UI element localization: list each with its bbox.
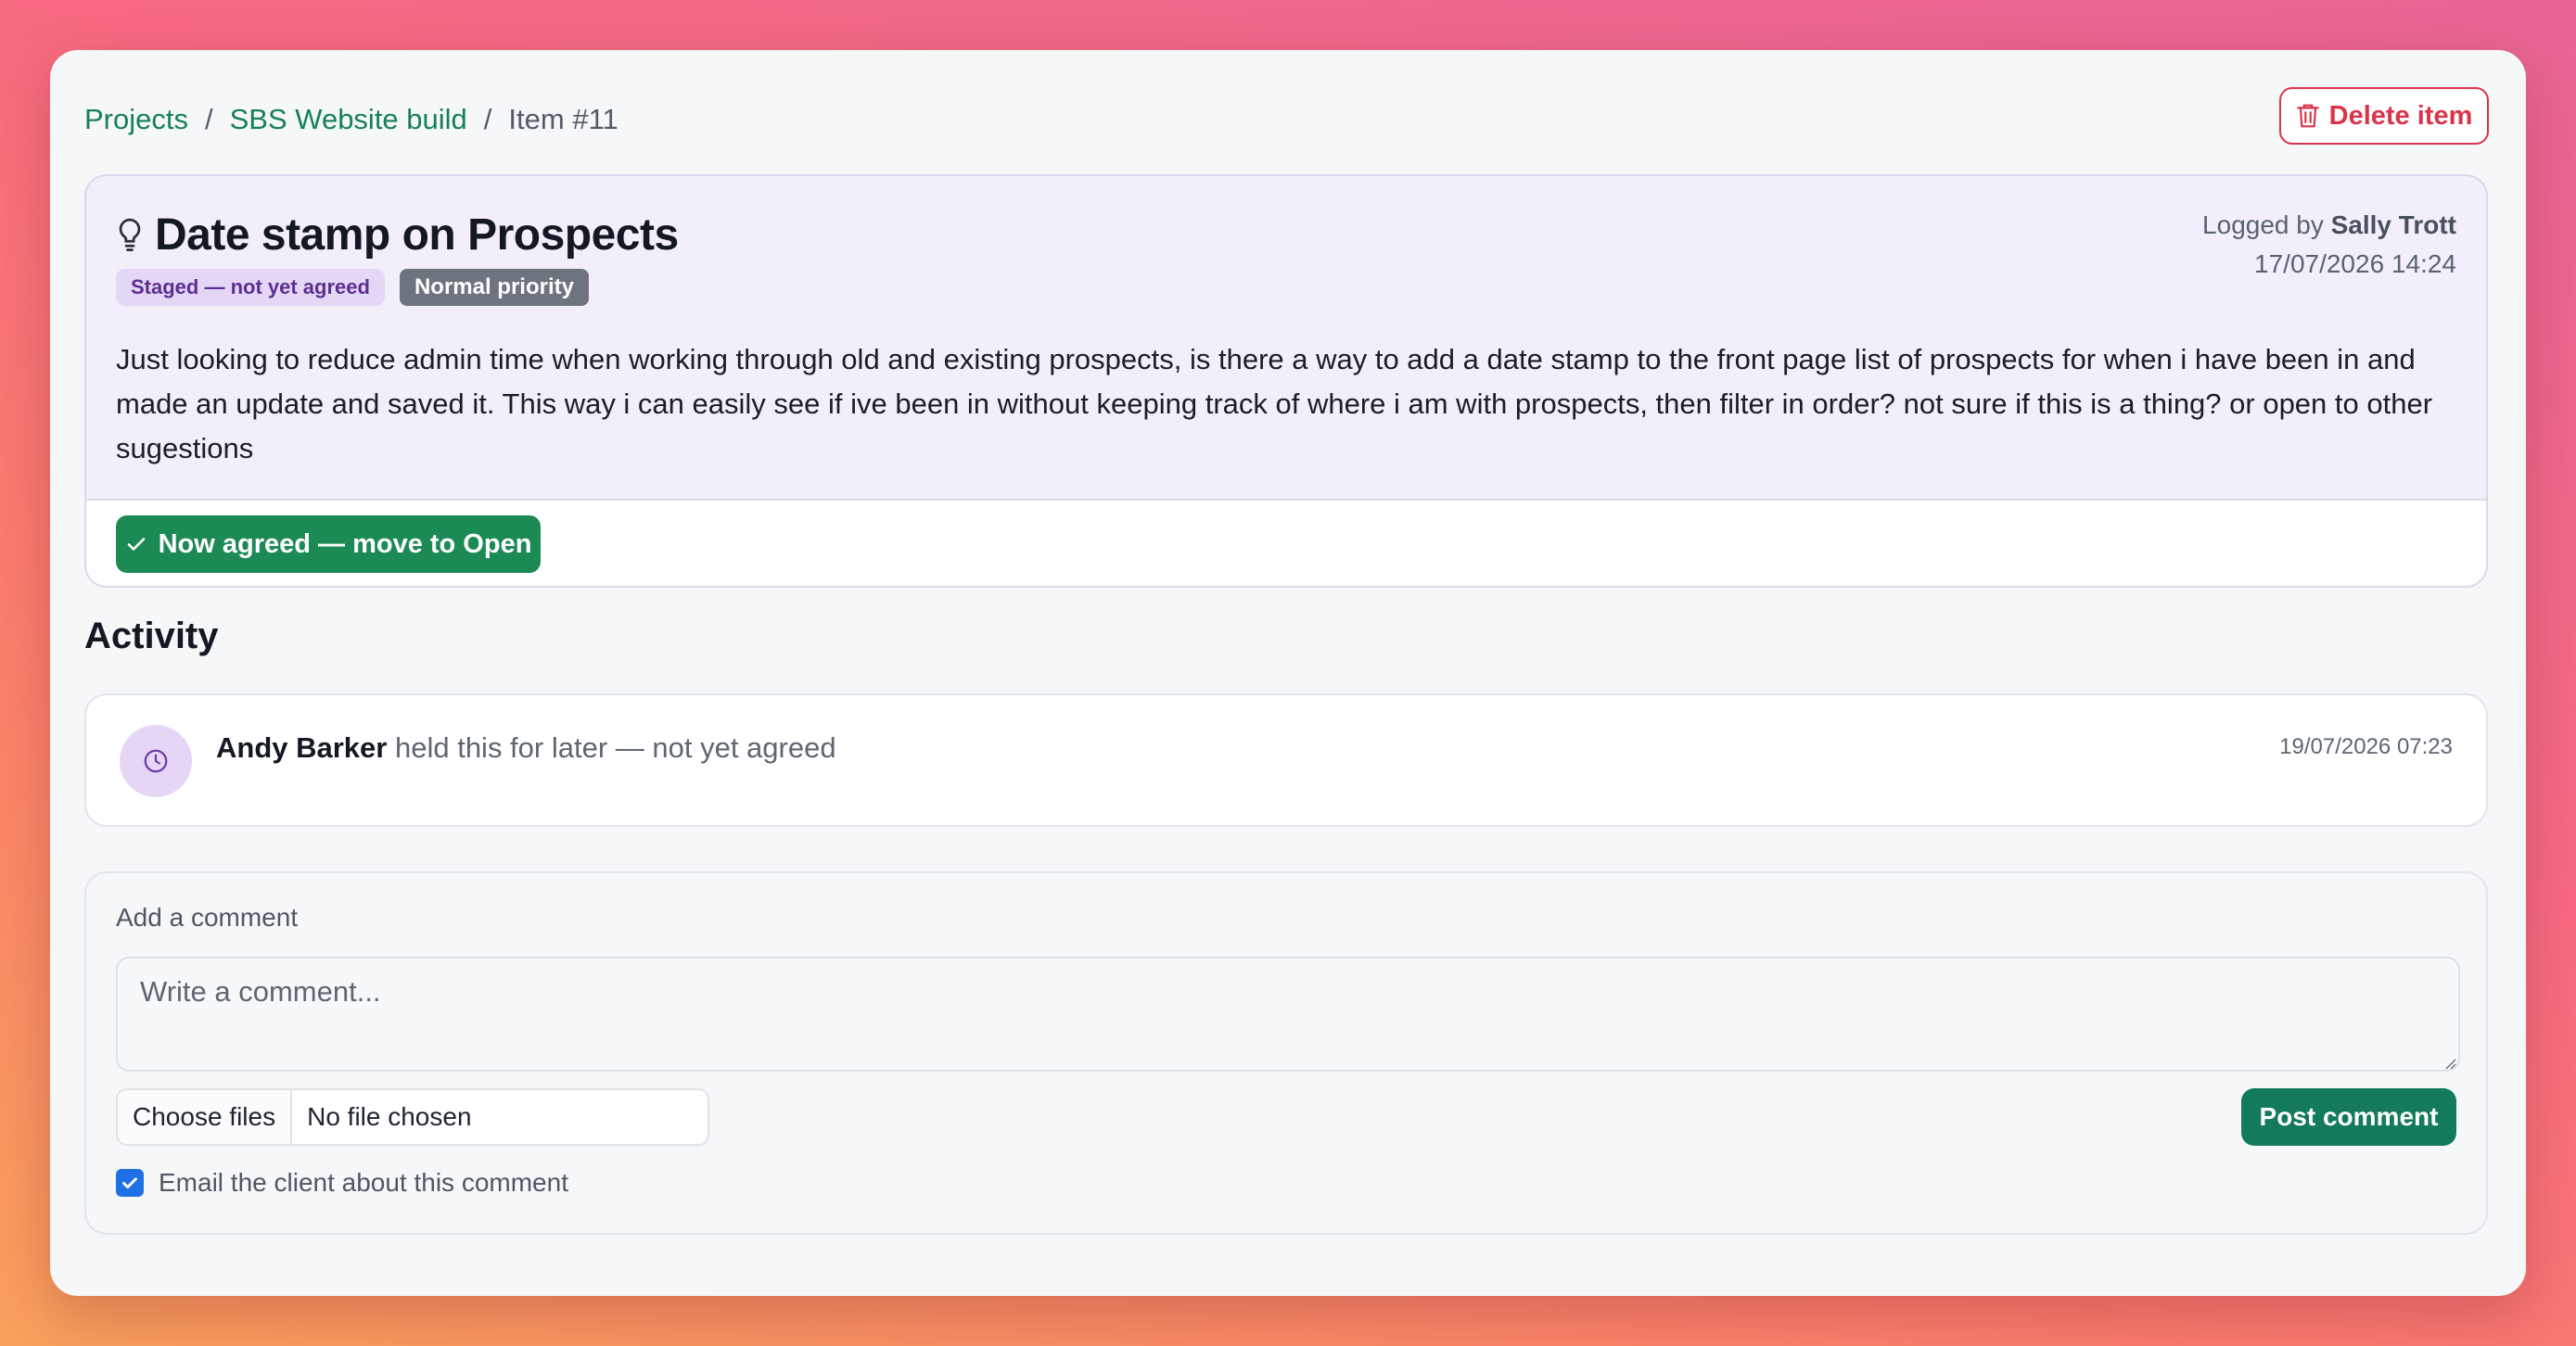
activity-entry: Andy Barker held this for later — not ye…	[84, 693, 2488, 827]
checkmark-icon	[122, 1177, 137, 1189]
item-badges: Staged — not yet agreed Normal priority	[116, 269, 589, 306]
activity-heading: Activity	[84, 616, 219, 656]
priority-badge: Normal priority	[399, 269, 589, 306]
trash-icon	[2296, 104, 2319, 128]
file-status: No file chosen	[307, 1102, 472, 1131]
comment-textarea[interactable]	[116, 957, 2460, 1072]
activity-avatar	[120, 725, 192, 797]
choose-files-button[interactable]: Choose files	[118, 1090, 293, 1144]
comment-label: Add a comment	[116, 903, 299, 932]
logged-by-line: Logged by Sally Trott	[2202, 206, 2456, 245]
activity-text: Andy Barker held this for later — not ye…	[216, 729, 836, 768]
item-description: Just looking to reduce admin time when w…	[116, 343, 2433, 464]
delete-item-button[interactable]: Delete item	[2279, 87, 2489, 145]
move-to-open-button[interactable]: Now agreed — move to Open	[116, 515, 541, 573]
breadcrumb-current: Item #11	[508, 103, 618, 135]
email-client-row: Email the client about this comment	[116, 1168, 568, 1198]
logged-by-name: Sally Trott	[2330, 210, 2456, 239]
activity-user: Andy Barker	[216, 731, 388, 764]
item-header: Date stamp on Prospects	[116, 210, 679, 260]
email-client-label: Email the client about this comment	[159, 1168, 568, 1197]
item-card: Date stamp on Prospects Staged — not yet…	[84, 174, 2488, 588]
clock-icon	[144, 749, 168, 773]
status-badge: Staged — not yet agreed	[116, 269, 385, 306]
resize-handle-icon[interactable]	[2442, 1055, 2456, 1070]
delete-item-label: Delete item	[2328, 100, 2473, 131]
breadcrumb-separator: /	[483, 103, 492, 135]
checkmark-icon	[127, 538, 145, 551]
post-comment-button[interactable]: Post comment	[2241, 1088, 2456, 1146]
file-picker: Choose files No file chosen	[116, 1088, 709, 1146]
comment-form: Add a comment Choose files No file chose…	[84, 871, 2488, 1235]
lightbulb-icon	[119, 218, 141, 251]
breadcrumb-project-link[interactable]: SBS Website build	[230, 103, 467, 136]
move-to-open-label: Now agreed — move to Open	[158, 528, 532, 559]
logged-at: 17/07/2026 14:24	[2254, 249, 2456, 278]
breadcrumb-separator: /	[204, 103, 213, 135]
item-title: Date stamp on Prospects	[155, 210, 679, 260]
item-footer: Now agreed — move to Open	[86, 499, 2486, 586]
logged-info: Logged by Sally Trott 17/07/2026 14:24	[2202, 206, 2456, 284]
activity-timestamp: 19/07/2026 07:23	[2279, 734, 2453, 759]
breadcrumb-projects-link[interactable]: Projects	[84, 103, 188, 136]
activity-action: held this for later — not yet agreed	[394, 731, 836, 764]
app-window: Projects / SBS Website build / Item #11 …	[50, 50, 2526, 1296]
email-client-checkbox[interactable]	[116, 1169, 144, 1197]
logged-by-prefix: Logged by	[2202, 210, 2324, 239]
breadcrumb: Projects / SBS Website build / Item #11	[84, 96, 618, 143]
